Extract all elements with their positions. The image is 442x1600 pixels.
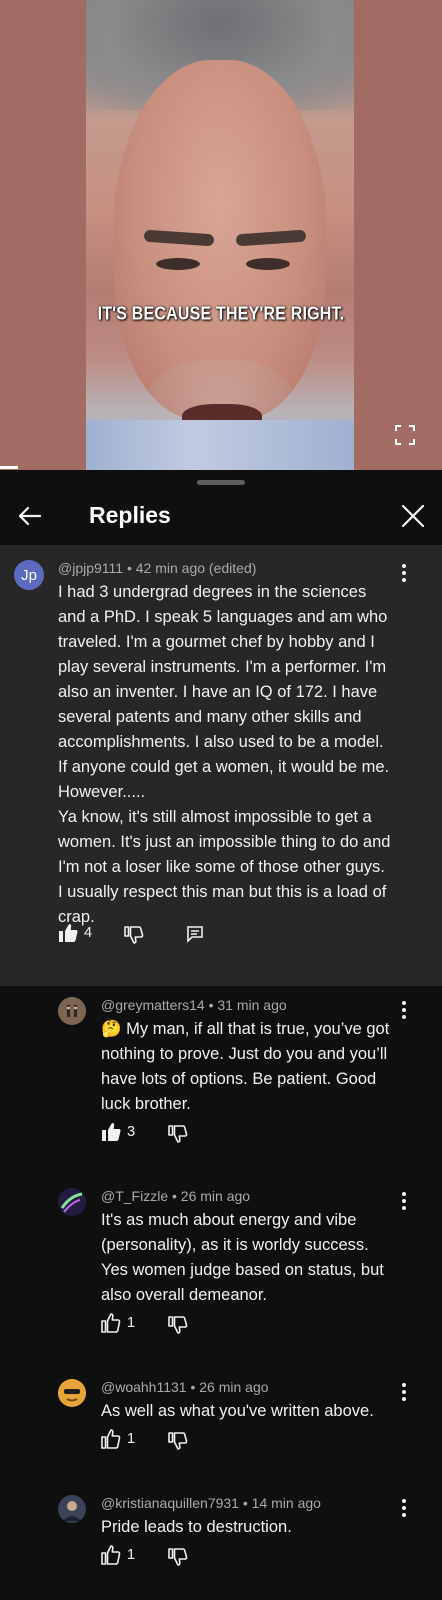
like-count: 1	[127, 1547, 136, 1563]
like-button[interactable]: 3	[101, 1122, 135, 1142]
video-caption: IT'S BECAUSE THEY'RE RIGHT.	[97, 304, 345, 325]
video-player[interactable]: IT'S BECAUSE THEY'RE RIGHT.	[0, 0, 442, 470]
close-button[interactable]	[398, 500, 428, 532]
drag-handle[interactable]	[197, 480, 245, 485]
like-count: 1	[127, 1315, 136, 1331]
comment-author[interactable]: @kristianaquillen7931	[101, 1495, 239, 1511]
comment-author[interactable]: @T_Fizzle	[101, 1188, 168, 1204]
thumbs-down-icon	[168, 1432, 188, 1450]
comment-time: 26 min ago	[180, 1188, 251, 1204]
like-count: 1	[127, 1431, 136, 1447]
dislike-button[interactable]	[168, 1547, 188, 1567]
panel-header: Replies	[0, 490, 442, 544]
panel-title: Replies	[89, 502, 171, 528]
reply-icon	[187, 926, 203, 943]
back-button[interactable]	[14, 500, 46, 532]
video-progress-bar[interactable]	[0, 466, 18, 469]
comment-text: 🤔 My man, if all that is true, you’ve go…	[101, 1020, 390, 1113]
like-count: 4	[84, 925, 93, 941]
comment-time: 26 min ago	[199, 1379, 269, 1395]
avatar[interactable]	[58, 1188, 86, 1216]
comment-author[interactable]: @woahh1131	[101, 1379, 187, 1395]
thumbs-up-icon	[102, 1123, 121, 1141]
thumbs-up-icon	[59, 924, 78, 942]
close-icon	[401, 504, 425, 528]
comment-text: Pride leads to destruction.	[101, 1518, 292, 1536]
more-options-icon[interactable]	[394, 1498, 414, 1518]
more-options-icon[interactable]	[394, 563, 414, 583]
replies-panel: Replies Jp @jpjp9111 • 42 min ago (edite…	[0, 470, 442, 1600]
avatar[interactable]	[58, 997, 86, 1025]
dislike-button[interactable]	[168, 1315, 188, 1335]
dislike-button[interactable]	[168, 1431, 188, 1451]
thumbs-down-icon	[124, 926, 144, 944]
comment-time: 42 min ago (edited)	[135, 560, 257, 576]
comment-time: 31 min ago	[217, 997, 287, 1013]
avatar[interactable]	[58, 1495, 86, 1523]
comment-meta: @woahh1131 • 26 min ago	[101, 1379, 269, 1395]
thumbs-up-icon	[101, 1313, 121, 1333]
comment-text: It's as much about energy and vibe (pers…	[101, 1211, 384, 1304]
comment-author[interactable]: @greymatters14	[101, 997, 205, 1013]
comment-author[interactable]: @jpjp9111	[58, 560, 123, 576]
more-options-icon[interactable]	[394, 1191, 414, 1211]
avatar[interactable]: Jp	[14, 560, 44, 590]
fullscreen-icon[interactable]	[394, 424, 416, 446]
like-button[interactable]: 1	[101, 1313, 135, 1333]
comment-meta: @T_Fizzle • 26 min ago	[101, 1188, 251, 1204]
video-frame	[86, 0, 354, 470]
thumbs-down-icon	[168, 1548, 188, 1566]
thumbs-down-icon	[168, 1316, 188, 1334]
reply-button[interactable]	[186, 925, 204, 943]
comment-text: I had 3 undergrad degrees in the science…	[58, 583, 391, 926]
comment-meta: @jpjp9111 • 42 min ago (edited)	[58, 560, 257, 576]
dislike-button[interactable]	[168, 1124, 188, 1144]
more-options-icon[interactable]	[394, 1382, 414, 1402]
like-count: 3	[127, 1124, 136, 1140]
comment-time: 14 min ago	[251, 1495, 321, 1511]
parent-comment: Jp @jpjp9111 • 42 min ago (edited) I had…	[0, 545, 442, 986]
thumbs-up-icon	[101, 1429, 121, 1449]
dislike-button[interactable]	[124, 925, 144, 945]
more-options-icon[interactable]	[394, 1000, 414, 1020]
like-button[interactable]: 4	[58, 923, 92, 943]
arrow-left-icon	[18, 506, 42, 526]
thumbs-down-icon	[168, 1125, 188, 1143]
comment-meta: @greymatters14 • 31 min ago	[101, 997, 287, 1013]
like-button[interactable]: 1	[101, 1429, 135, 1449]
avatar[interactable]	[58, 1379, 86, 1407]
like-button[interactable]: 1	[101, 1545, 135, 1565]
comment-text: As well as what you've written above.	[101, 1402, 374, 1420]
comment-meta: @kristianaquillen7931 • 14 min ago	[101, 1495, 321, 1511]
thumbs-up-icon	[101, 1545, 121, 1565]
